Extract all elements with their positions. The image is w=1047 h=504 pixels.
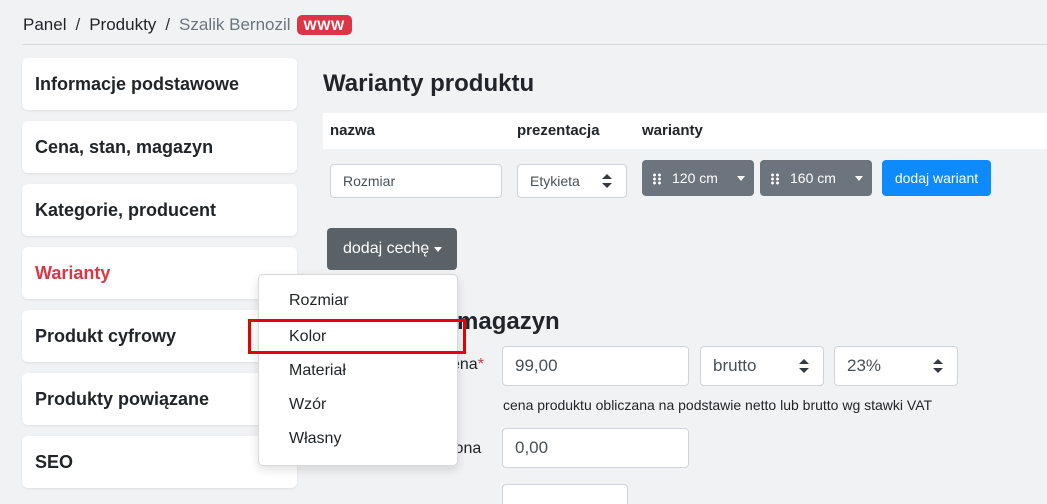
variants-table-header: nazwa prezentacja warianty <box>323 113 1047 149</box>
second-price-input[interactable] <box>502 428 689 468</box>
variant-chip-120[interactable]: 120 cm <box>642 160 754 196</box>
gross-net-select[interactable]: brutto <box>700 346 824 386</box>
price-section-title: magazyn <box>457 308 560 335</box>
sidebar-item-basic-info[interactable]: Informacje podstawowe <box>22 58 297 110</box>
presentation-select-value: Etykieta <box>530 173 580 189</box>
variant-chip-160[interactable]: 160 cm <box>760 160 872 196</box>
variant-label: 120 cm <box>672 170 718 186</box>
breadcrumb-separator: / <box>165 15 171 34</box>
menu-item-pattern[interactable]: Wzór <box>289 396 326 414</box>
header-divider <box>22 44 1047 45</box>
drag-handle-icon[interactable] <box>770 173 780 185</box>
breadcrumb-current-product: Szalik Bernozil <box>179 15 291 34</box>
sidebar-item-related-products[interactable]: Produkty powiązane <box>22 373 297 425</box>
partial-input[interactable] <box>502 484 628 504</box>
vat-select-value: 23% <box>847 356 882 375</box>
sidebar-item-variants[interactable]: Warianty <box>22 247 297 299</box>
breadcrumb-separator: / <box>75 15 81 34</box>
vat-select[interactable]: 23% <box>834 346 958 386</box>
www-badge: WWW <box>296 15 352 35</box>
highlight-annotation-box <box>248 319 466 354</box>
gross-net-select-value: brutto <box>713 356 757 375</box>
add-feature-dropdown: Rozmiar Kolor Materiał Wzór Własny <box>258 274 458 466</box>
menu-item-material[interactable]: Materiał <box>289 362 346 380</box>
price-help-text: cena produktu obliczana na podstawie net… <box>503 397 933 413</box>
select-arrows-icon <box>933 359 943 373</box>
column-header-name: nazwa <box>330 122 376 139</box>
chevron-down-icon <box>434 247 442 252</box>
select-arrows-icon <box>602 174 612 188</box>
column-header-variants: warianty <box>642 122 703 139</box>
add-feature-label: dodaj cechę <box>343 240 430 257</box>
price-input[interactable] <box>502 346 689 386</box>
drag-handle-icon[interactable] <box>652 173 662 185</box>
add-variant-button[interactable]: dodaj wariant <box>882 160 991 196</box>
breadcrumb-panel[interactable]: Panel <box>23 15 66 35</box>
chevron-down-icon[interactable] <box>737 176 745 181</box>
presentation-select[interactable]: Etykieta <box>517 164 627 198</box>
sidebar-item-price-stock[interactable]: Cena, stan, magazyn <box>22 121 297 173</box>
menu-item-size[interactable]: Rozmiar <box>289 292 349 310</box>
add-feature-button[interactable]: dodaj cechę <box>327 228 457 270</box>
sidebar-item-seo[interactable]: SEO <box>22 436 297 488</box>
menu-item-custom[interactable]: Własny <box>289 430 341 448</box>
breadcrumb: Panel / Produkty / Szalik Bernozil WWW <box>23 12 352 38</box>
chevron-down-icon[interactable] <box>855 176 863 181</box>
select-arrows-icon <box>799 359 809 373</box>
sidebar-item-categories[interactable]: Kategorie, producent <box>22 184 297 236</box>
feature-name-input[interactable] <box>330 164 502 198</box>
variants-title: Warianty produktu <box>323 70 535 97</box>
variant-label: 160 cm <box>790 170 836 186</box>
required-asterisk: * <box>477 356 484 373</box>
column-header-presentation: prezentacja <box>517 122 600 139</box>
breadcrumb-products[interactable]: Produkty <box>89 15 156 35</box>
